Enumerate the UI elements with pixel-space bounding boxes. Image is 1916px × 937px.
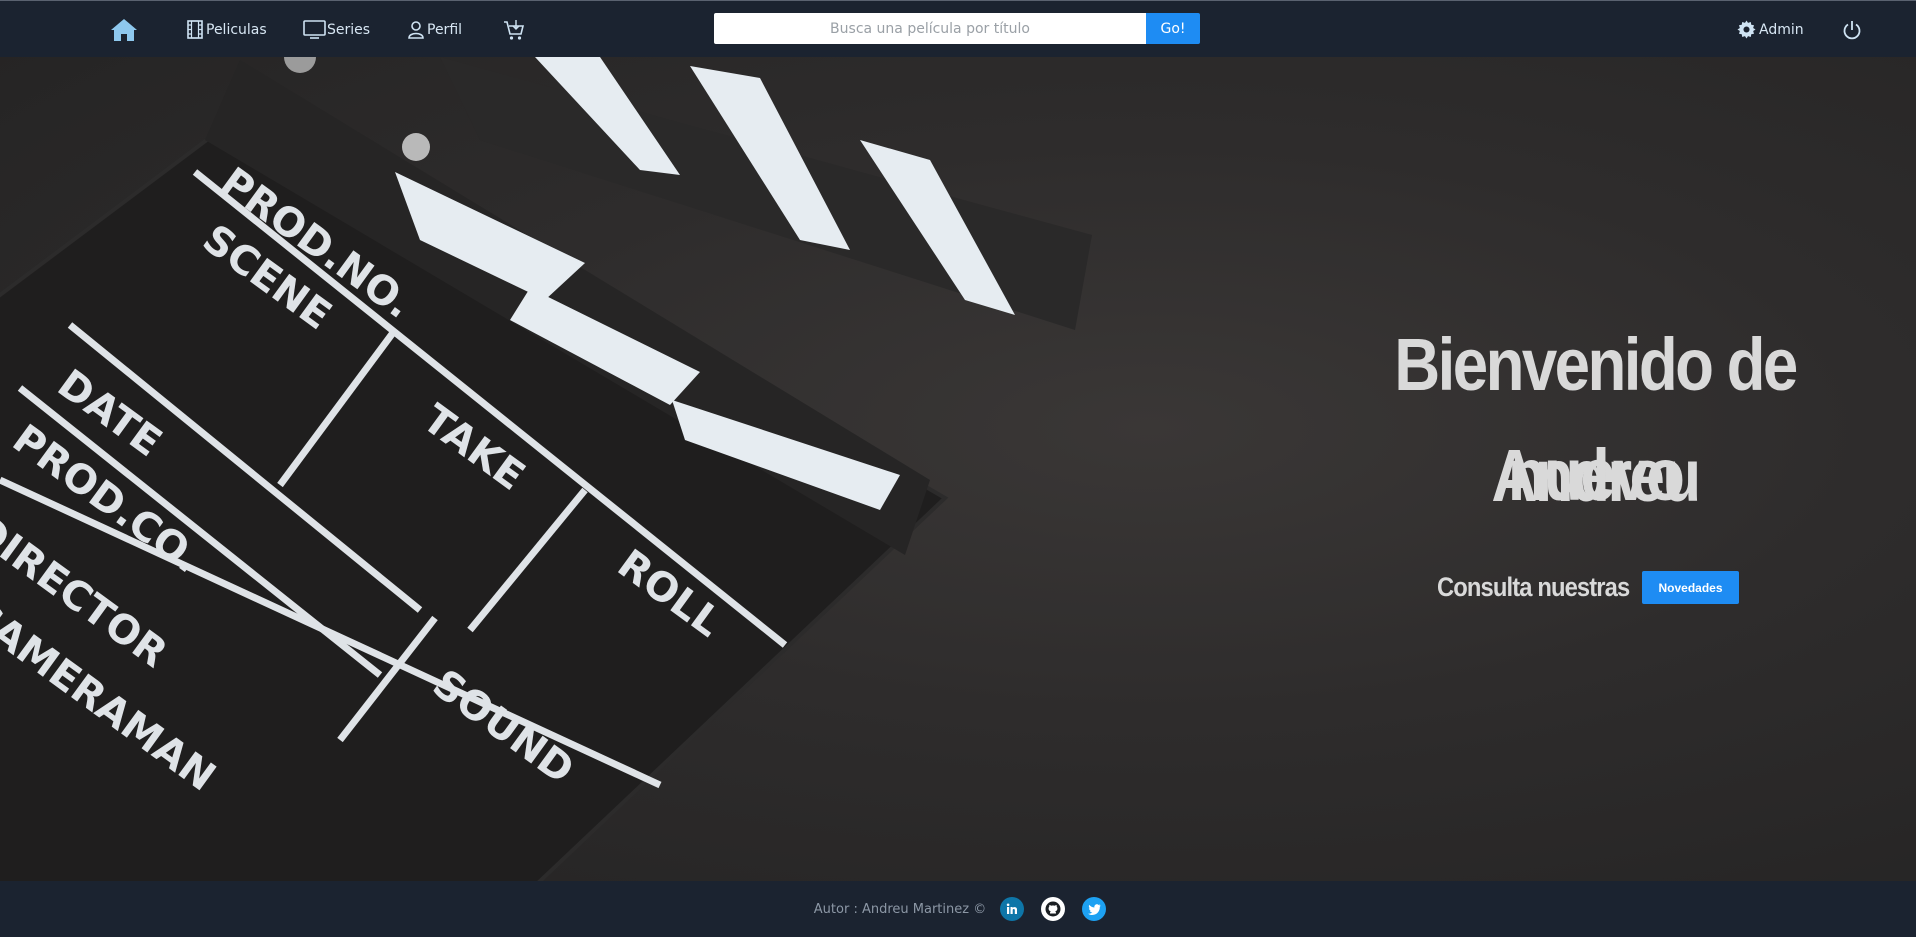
footer: Autor : Andreu Martinez © <box>0 881 1916 937</box>
twitter-link[interactable] <box>1082 897 1107 921</box>
nav-series-label: Series <box>327 21 371 38</box>
power-icon <box>1843 20 1861 39</box>
tv-icon <box>303 20 326 39</box>
film-icon <box>187 20 203 39</box>
home-icon <box>111 18 137 41</box>
search-bar: Go! <box>714 13 1200 44</box>
home-link[interactable] <box>110 1 138 58</box>
hero-title-line2: Andreu <box>1491 434 1701 517</box>
nav-peliculas[interactable]: Peliculas <box>187 1 267 58</box>
top-navbar: Peliculas Series Perfil Go! Admin <box>0 0 1916 57</box>
clapperboard-image: PROD.NO. SCENE TAKE ROLL DATE PROD.CO. D… <box>0 57 1092 881</box>
cart-link[interactable] <box>503 1 525 58</box>
github-icon <box>1045 901 1061 917</box>
linkedin-icon <box>1007 903 1018 914</box>
nav-perfil-label: Perfil <box>427 21 463 38</box>
search-go-button[interactable]: Go! <box>1146 13 1200 44</box>
gear-icon <box>1737 20 1756 39</box>
novedades-button[interactable]: Novedades <box>1642 571 1739 604</box>
hero-section: PROD.NO. SCENE TAKE ROLL DATE PROD.CO. D… <box>0 57 1916 881</box>
nav-peliculas-label: Peliculas <box>206 21 267 38</box>
github-link[interactable] <box>1041 897 1066 921</box>
nav-admin[interactable]: Admin <box>1737 1 1804 58</box>
nav-admin-label: Admin <box>1759 21 1804 38</box>
nav-perfil[interactable]: Perfil <box>408 1 462 58</box>
search-input[interactable] <box>714 13 1146 44</box>
twitter-icon <box>1087 903 1101 915</box>
cta-text: Consulta nuestras <box>1437 572 1630 602</box>
linkedin-link[interactable] <box>1000 897 1025 921</box>
footer-author: Autor : Andreu Martinez © <box>813 901 987 917</box>
user-icon <box>408 20 424 39</box>
logout-button[interactable] <box>1842 1 1862 58</box>
cta-row: Consulta nuestras Novedades <box>1437 571 1739 604</box>
cart-icon <box>504 19 525 40</box>
nav-series[interactable]: Series <box>303 1 370 58</box>
